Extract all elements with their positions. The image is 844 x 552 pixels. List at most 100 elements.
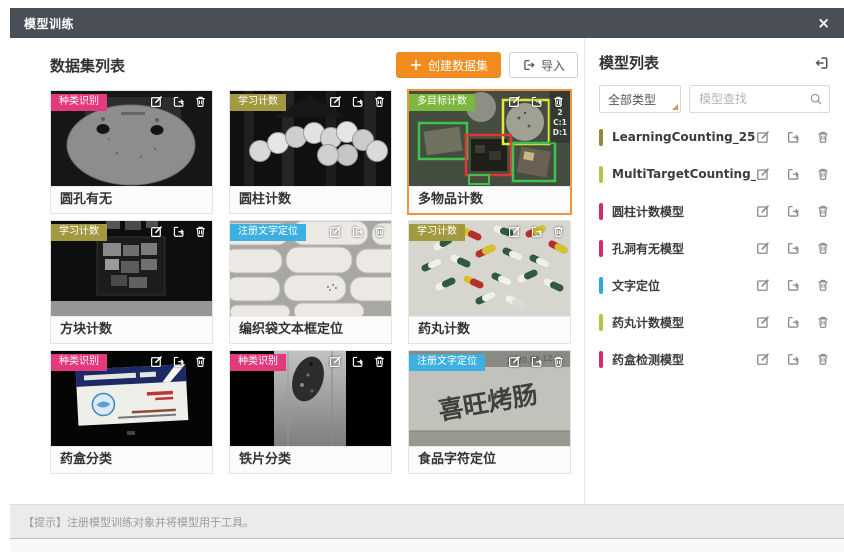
dataset-card-medicine-box[interactable]: 种类识别 药盒分类 bbox=[50, 350, 213, 474]
dataset-type-badge: 学习计数 bbox=[230, 94, 286, 111]
dataset-card-holes[interactable]: 种类识别 圆孔有无 bbox=[50, 90, 213, 214]
edit-icon[interactable] bbox=[329, 225, 342, 238]
model-list-item[interactable]: MultiTargetCounting_25... bbox=[599, 161, 830, 187]
edit-icon[interactable] bbox=[329, 95, 342, 108]
dataset-type-badge: 学习计数 bbox=[51, 224, 107, 241]
trash-icon[interactable] bbox=[816, 204, 830, 218]
dataset-thumbnail: 种类识别 bbox=[51, 91, 212, 186]
trash-icon[interactable] bbox=[552, 225, 565, 238]
edit-icon[interactable] bbox=[150, 225, 163, 238]
dataset-type-badge: 种类识别 bbox=[51, 354, 107, 371]
dataset-type-badge: 注册文字定位 bbox=[409, 354, 485, 371]
edit-icon[interactable] bbox=[756, 204, 770, 218]
trash-icon[interactable] bbox=[816, 315, 830, 329]
model-list: LearningCounting_25080... MultiTargetCou… bbox=[599, 124, 836, 372]
trash-icon[interactable] bbox=[194, 225, 207, 238]
create-dataset-button[interactable]: 创建数据集 bbox=[396, 52, 501, 78]
model-name: 圆柱计数模型 bbox=[612, 203, 756, 220]
dialog-title: 模型训练 bbox=[24, 15, 74, 32]
trash-icon[interactable] bbox=[816, 167, 830, 181]
edit-icon[interactable] bbox=[508, 355, 521, 368]
dataset-card-metal-piece[interactable]: 种类识别 铁片分类 bbox=[229, 350, 392, 474]
export-icon[interactable] bbox=[351, 355, 364, 368]
edit-icon[interactable] bbox=[150, 95, 163, 108]
export-icon[interactable] bbox=[530, 355, 543, 368]
export-icon[interactable] bbox=[786, 352, 800, 366]
import-icon bbox=[522, 58, 536, 72]
import-dataset-button[interactable]: 导入 bbox=[509, 52, 578, 78]
trash-icon[interactable] bbox=[373, 355, 386, 368]
model-training-dialog: 模型训练 × 数据集列表 创建数据集 导入 bbox=[10, 8, 844, 552]
trash-icon[interactable] bbox=[194, 355, 207, 368]
trash-icon[interactable] bbox=[816, 241, 830, 255]
export-icon[interactable] bbox=[530, 95, 543, 108]
dataset-card-multi-object[interactable]: 1 2 C:1 D:1 多目标计数 多物品计数 bbox=[407, 89, 572, 215]
annotation-count-4: D:1 bbox=[553, 128, 567, 137]
dataset-card-food-text[interactable]: 2020.08.12 喜旺烤肠 注册文字定位 食品字符定位 bbox=[408, 350, 571, 474]
export-icon[interactable] bbox=[530, 225, 543, 238]
import-model-icon[interactable] bbox=[814, 55, 830, 71]
dataset-card-pills[interactable]: 学习计数 药丸计数 bbox=[408, 220, 571, 344]
trash-icon[interactable] bbox=[194, 95, 207, 108]
model-type-filter[interactable]: 全部类型 bbox=[599, 85, 681, 113]
model-list-item[interactable]: 药盒检测模型 bbox=[599, 346, 830, 372]
export-icon[interactable] bbox=[172, 95, 185, 108]
trash-icon[interactable] bbox=[373, 95, 386, 108]
dataset-card-woven-bags[interactable]: 注册文字定位 编织袋文本框定位 bbox=[229, 220, 392, 344]
dataset-type-badge: 种类识别 bbox=[51, 94, 107, 111]
model-name: 孔洞有无模型 bbox=[612, 240, 756, 257]
model-list-item[interactable]: 药丸计数模型 bbox=[599, 309, 830, 335]
trash-icon[interactable] bbox=[816, 130, 830, 144]
annotation-count-3: C:1 bbox=[553, 118, 567, 127]
export-icon[interactable] bbox=[786, 241, 800, 255]
model-name: 文字定位 bbox=[612, 277, 756, 294]
dataset-thumbnail: 1 2 C:1 D:1 多目标计数 bbox=[409, 91, 570, 186]
trash-icon[interactable] bbox=[816, 278, 830, 292]
trash-icon[interactable] bbox=[552, 95, 565, 108]
plus-icon bbox=[409, 58, 423, 72]
search-icon bbox=[809, 92, 823, 106]
edit-icon[interactable] bbox=[756, 352, 770, 366]
dataset-card-blocks[interactable]: 学习计数 方块计数 bbox=[50, 220, 213, 344]
trash-icon[interactable] bbox=[373, 225, 386, 238]
export-icon[interactable] bbox=[786, 130, 800, 144]
model-name: LearningCounting_25080... bbox=[612, 130, 756, 144]
export-icon[interactable] bbox=[786, 315, 800, 329]
edit-icon[interactable] bbox=[508, 95, 521, 108]
model-color-bar bbox=[599, 240, 603, 257]
model-name: 药丸计数模型 bbox=[612, 314, 756, 331]
dataset-title: 方块计数 bbox=[51, 316, 212, 343]
export-icon[interactable] bbox=[786, 204, 800, 218]
edit-icon[interactable] bbox=[756, 241, 770, 255]
dataset-type-badge: 种类识别 bbox=[230, 354, 286, 371]
model-name: 药盒检测模型 bbox=[612, 351, 756, 368]
edit-icon[interactable] bbox=[756, 130, 770, 144]
edit-icon[interactable] bbox=[756, 278, 770, 292]
export-icon[interactable] bbox=[786, 167, 800, 181]
edit-icon[interactable] bbox=[150, 355, 163, 368]
edit-icon[interactable] bbox=[756, 315, 770, 329]
dataset-thumbnail: 种类识别 bbox=[230, 351, 391, 446]
edit-icon[interactable] bbox=[756, 167, 770, 181]
export-icon[interactable] bbox=[786, 278, 800, 292]
edit-icon[interactable] bbox=[329, 355, 342, 368]
model-list-item[interactable]: LearningCounting_25080... bbox=[599, 124, 830, 150]
export-icon[interactable] bbox=[172, 225, 185, 238]
model-color-bar bbox=[599, 166, 603, 183]
model-type-filter-value: 全部类型 bbox=[608, 91, 656, 108]
model-list-item[interactable]: 孔洞有无模型 bbox=[599, 235, 830, 261]
export-icon[interactable] bbox=[351, 95, 364, 108]
dataset-card-cylinders[interactable]: 学习计数 圆柱计数 bbox=[229, 90, 392, 214]
model-color-bar bbox=[599, 314, 603, 331]
model-list-item[interactable]: 文字定位 bbox=[599, 272, 830, 298]
model-list-item[interactable]: 圆柱计数模型 bbox=[599, 198, 830, 224]
create-dataset-label: 创建数据集 bbox=[428, 57, 488, 74]
model-panel: 模型列表 全部类型 LearningCounting_25080... bbox=[585, 38, 844, 504]
trash-icon[interactable] bbox=[816, 352, 830, 366]
trash-icon[interactable] bbox=[552, 355, 565, 368]
close-icon[interactable]: × bbox=[817, 16, 830, 31]
dataset-thumbnail: 学习计数 bbox=[409, 221, 570, 316]
export-icon[interactable] bbox=[172, 355, 185, 368]
edit-icon[interactable] bbox=[508, 225, 521, 238]
export-icon[interactable] bbox=[351, 225, 364, 238]
